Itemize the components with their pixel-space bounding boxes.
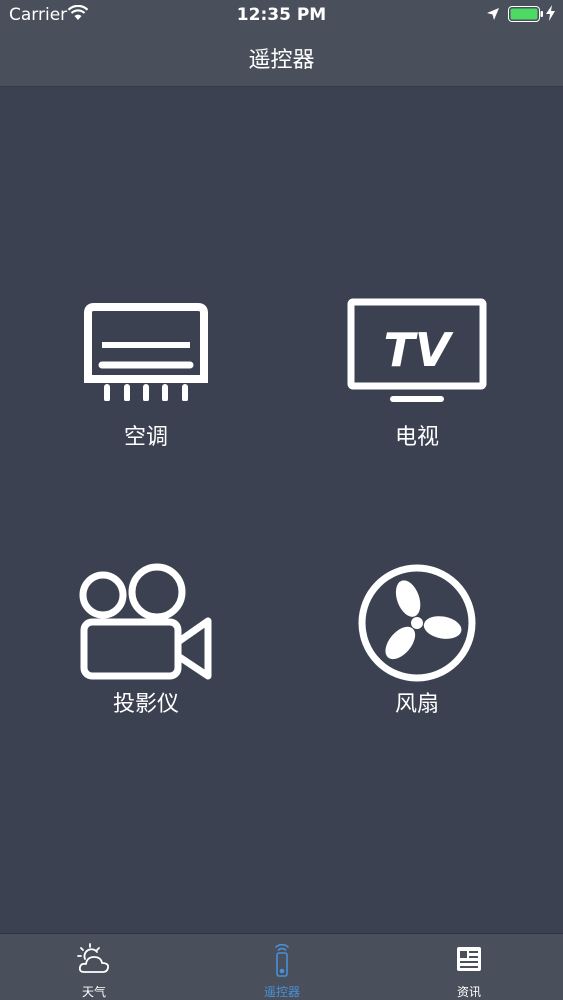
weather-icon [77,943,110,973]
page-title: 遥控器 [248,48,315,73]
tab-label-remote: 遥控器 [263,985,300,999]
tab-bar: 天气 遥控器 资讯 [0,933,563,1000]
news-icon [457,947,481,971]
fan-icon [358,564,476,682]
projector-camera-icon [79,563,212,680]
clock: 12:35 PM [236,5,327,25]
charging-bolt-icon [546,5,555,26]
status-bar: Carrier 12:35 PM [0,0,563,30]
tab-news[interactable]: 资讯 [375,934,563,1000]
device-fan[interactable]: 风扇 [337,560,497,718]
air-conditioner-icon [84,303,208,401]
tab-weather[interactable]: 天气 [0,934,188,1000]
top-bar: Carrier 12:35 PM 遥控器 [0,0,563,87]
location-arrow-icon [486,6,500,26]
device-tv[interactable]: TV 电视 [337,296,497,451]
tab-remote[interactable]: 遥控器 [188,934,376,1000]
device-label-fan: 风扇 [394,692,439,717]
battery-icon [508,6,544,27]
tv-icon: TV [347,298,487,402]
device-label-tv: 电视 [394,425,439,450]
device-air-conditioner[interactable]: 空调 [66,296,226,451]
tv-icon-text: TV [384,323,454,377]
remote-icon [275,943,289,977]
device-label-air-conditioner: 空调 [123,425,168,450]
device-label-projector: 投影仪 [112,692,179,717]
tab-label-news: 资讯 [456,985,481,999]
device-projector[interactable]: 投影仪 [66,560,226,718]
tab-label-weather: 天气 [81,985,106,999]
